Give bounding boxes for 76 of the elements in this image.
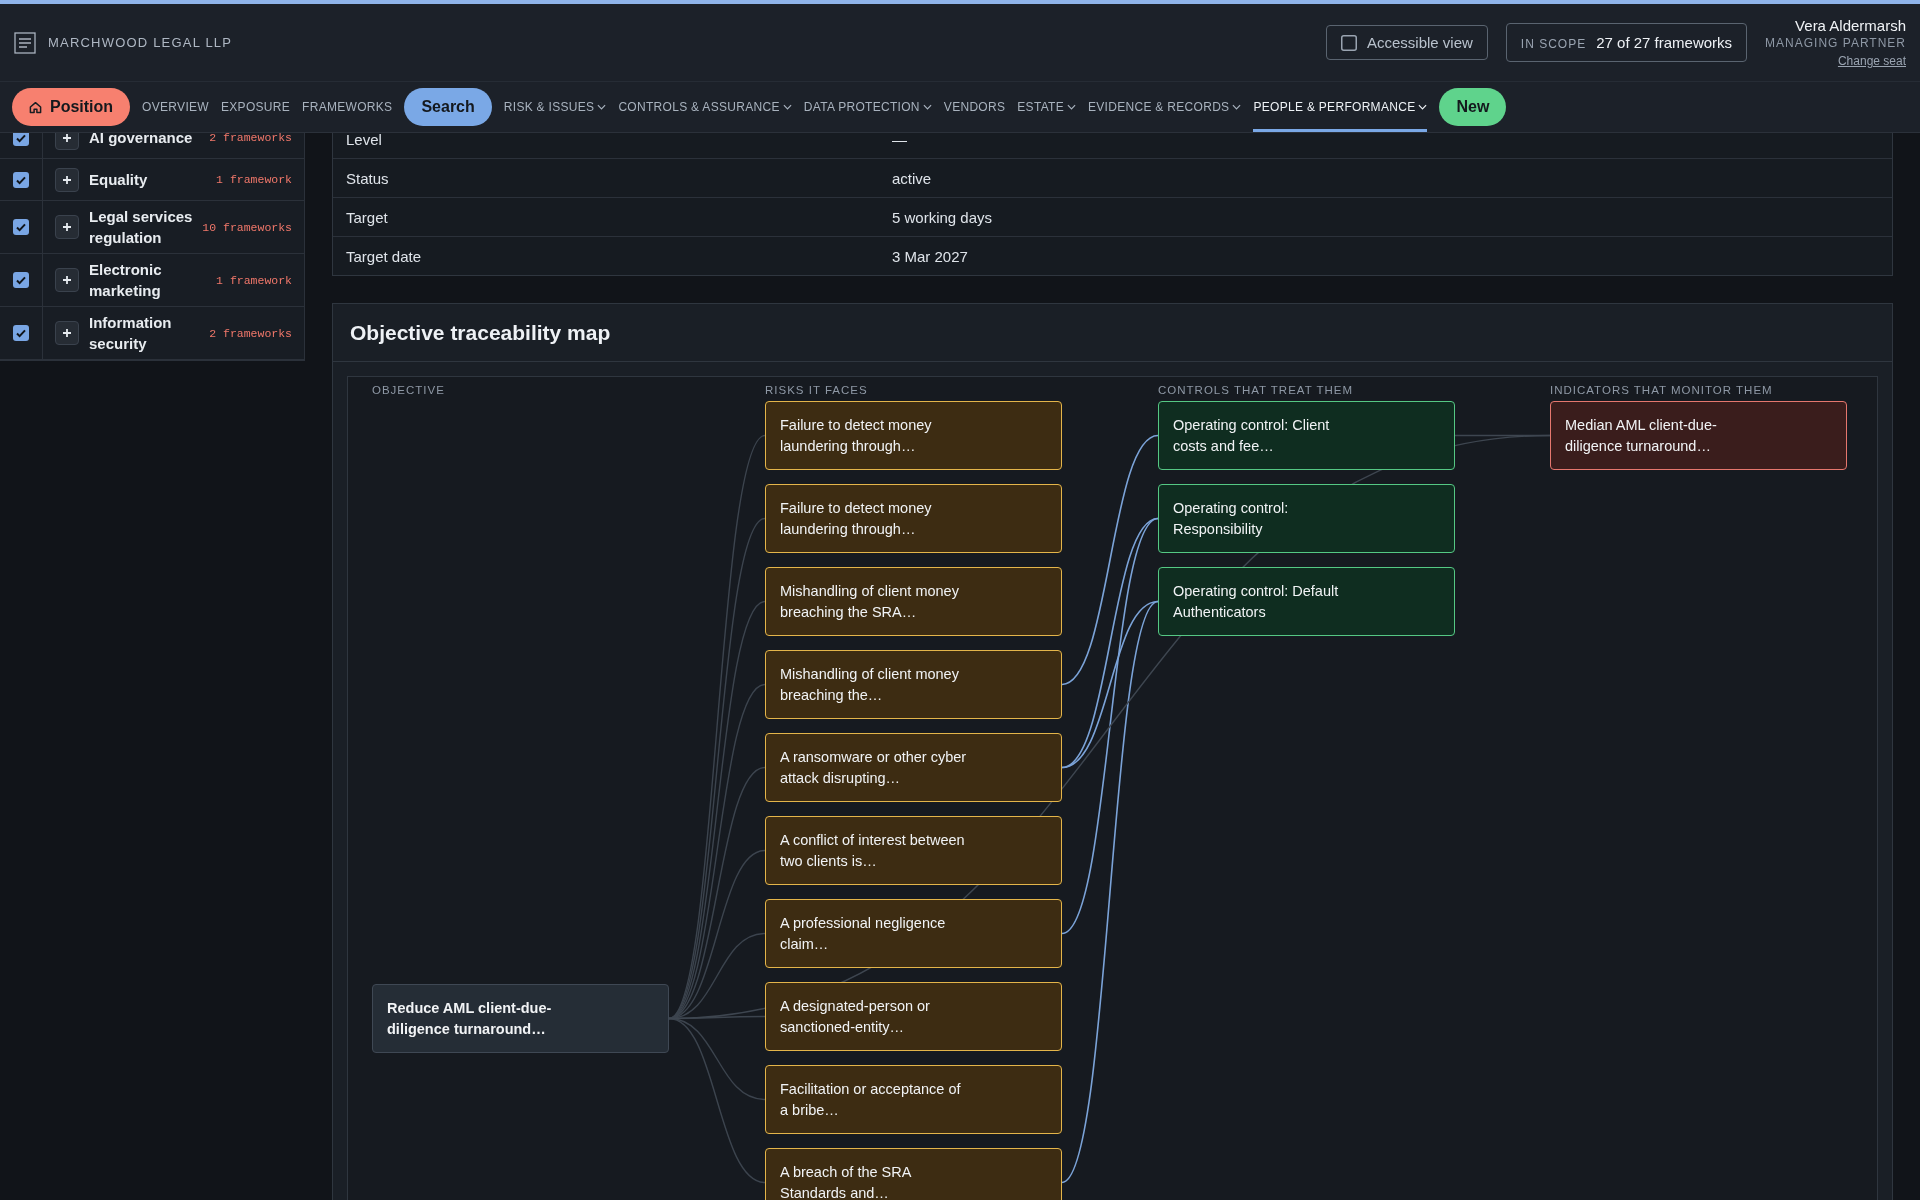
field-value: active — [892, 169, 932, 187]
framework-label: AI governance — [89, 133, 194, 148]
expand-button[interactable] — [55, 133, 79, 150]
nav-tab[interactable]: VENDORS — [943, 82, 1006, 132]
nav-tab[interactable]: EVIDENCE & RECORDS — [1088, 82, 1242, 132]
nav-tab[interactable]: CONTROLS & ASSURANCE — [618, 82, 792, 132]
expand-button[interactable] — [55, 268, 79, 292]
nav-button[interactable]: Position — [12, 88, 131, 126]
risk-node[interactable]: Mishandling of client money breaching the SRA… — [765, 567, 1062, 636]
framework-count: 2 frameworks — [209, 133, 293, 144]
nav-tab[interactable]: ESTATE — [1017, 82, 1076, 132]
plus-icon — [62, 328, 72, 338]
column-heading: CONTROLS THAT TREAT THEM — [1158, 384, 1354, 396]
field-label: Level — [346, 133, 383, 148]
control-node[interactable]: Operating control: Client costs and fee… — [1158, 401, 1455, 470]
field-label: Target date — [346, 247, 423, 265]
nav-tab[interactable]: DATA PROTECTION — [803, 82, 932, 132]
user-name: Vera Aldermarsh — [1795, 17, 1906, 34]
framework-count: 2 frameworks — [209, 326, 293, 340]
accessible-view-toggle[interactable]: Accessible view — [1325, 25, 1488, 60]
field-label: Status — [346, 169, 390, 187]
framework-label: Legal services regulation — [89, 207, 194, 248]
risk-node[interactable]: A breach of the SRA Standards and… — [765, 1148, 1062, 1200]
plus-icon — [62, 275, 72, 285]
framework-label: Electronic marketing — [89, 260, 163, 301]
column-heading: OBJECTIVE — [372, 384, 445, 396]
section-title: Objective traceability map — [350, 320, 611, 345]
brand-name: MARCHWOOD LEGAL LLP — [48, 35, 233, 50]
column-heading: INDICATORS THAT MONITOR THEM — [1550, 384, 1773, 396]
field-value: 3 Mar 2027 — [892, 247, 968, 265]
risk-node[interactable]: Facilitation or acceptance of a bribe… — [765, 1065, 1062, 1134]
expand-button[interactable] — [55, 215, 79, 239]
field-label: Target — [346, 208, 389, 226]
field-value: 5 working days — [892, 208, 993, 226]
framework-label: Equality — [89, 170, 149, 190]
scope-label: IN SCOPE — [1520, 37, 1587, 51]
risk-node[interactable]: A designated-person or sanctioned-entity… — [765, 982, 1062, 1051]
risk-node[interactable]: Failure to detect money laundering through… — [765, 484, 1062, 553]
nav-tab[interactable]: FRAMEWORKS — [302, 82, 393, 132]
control-node[interactable]: Operating control: Responsibility — [1158, 484, 1455, 553]
framework-count: 10 frameworks — [202, 220, 293, 234]
checkbox[interactable] — [13, 325, 29, 341]
scope-value: 27 of 27 frameworks — [1596, 34, 1733, 51]
nav-tab[interactable]: OVERVIEW — [142, 82, 209, 132]
risk-node[interactable]: A ransomware or other cyber attack disrupting… — [765, 733, 1062, 802]
nav-tab[interactable]: RISK & ISSUES — [503, 82, 607, 132]
checkbox[interactable] — [13, 219, 29, 235]
checkbox[interactable] — [1340, 34, 1357, 51]
control-node[interactable]: Operating control: Default Authenticators — [1158, 567, 1455, 636]
accessible-view-label: Accessible view — [1366, 34, 1473, 51]
risk-node[interactable]: A professional negligence claim… — [765, 899, 1062, 968]
field-value: — — [892, 133, 907, 148]
nav-button[interactable]: Search — [404, 88, 492, 126]
nav-tab[interactable]: EXPOSURE — [220, 82, 291, 132]
plus-icon — [62, 133, 72, 143]
framework-count: 1 framework — [216, 273, 293, 287]
risk-node[interactable]: Mishandling of client money breaching the… — [765, 650, 1062, 719]
framework-count: 1 framework — [216, 173, 293, 186]
plus-icon — [62, 174, 72, 185]
change-seat-link[interactable]: Change seat — [1837, 54, 1906, 68]
column-heading: RISKS IT FACES — [765, 384, 868, 396]
risk-node[interactable]: A conflict of interest between two clients is… — [765, 816, 1062, 885]
framework-label: Information security — [89, 313, 173, 354]
expand-button[interactable] — [55, 321, 79, 345]
plus-icon — [62, 222, 72, 232]
nav-button[interactable]: New — [1439, 88, 1507, 126]
document-icon — [14, 31, 36, 54]
checkbox[interactable] — [13, 171, 29, 188]
expand-button[interactable] — [55, 167, 79, 192]
checkbox[interactable] — [13, 272, 29, 288]
objective-node[interactable]: Reduce AML client-due-diligence turnaround… — [372, 984, 669, 1053]
risk-node[interactable]: Failure to detect money laundering through… — [765, 401, 1062, 470]
indicator-node[interactable]: Median AML client-due-diligence turnaround… — [1550, 401, 1847, 470]
user-role: MANAGING PARTNER — [1765, 36, 1906, 50]
home-icon — [29, 100, 42, 114]
checkbox[interactable] — [13, 133, 29, 146]
